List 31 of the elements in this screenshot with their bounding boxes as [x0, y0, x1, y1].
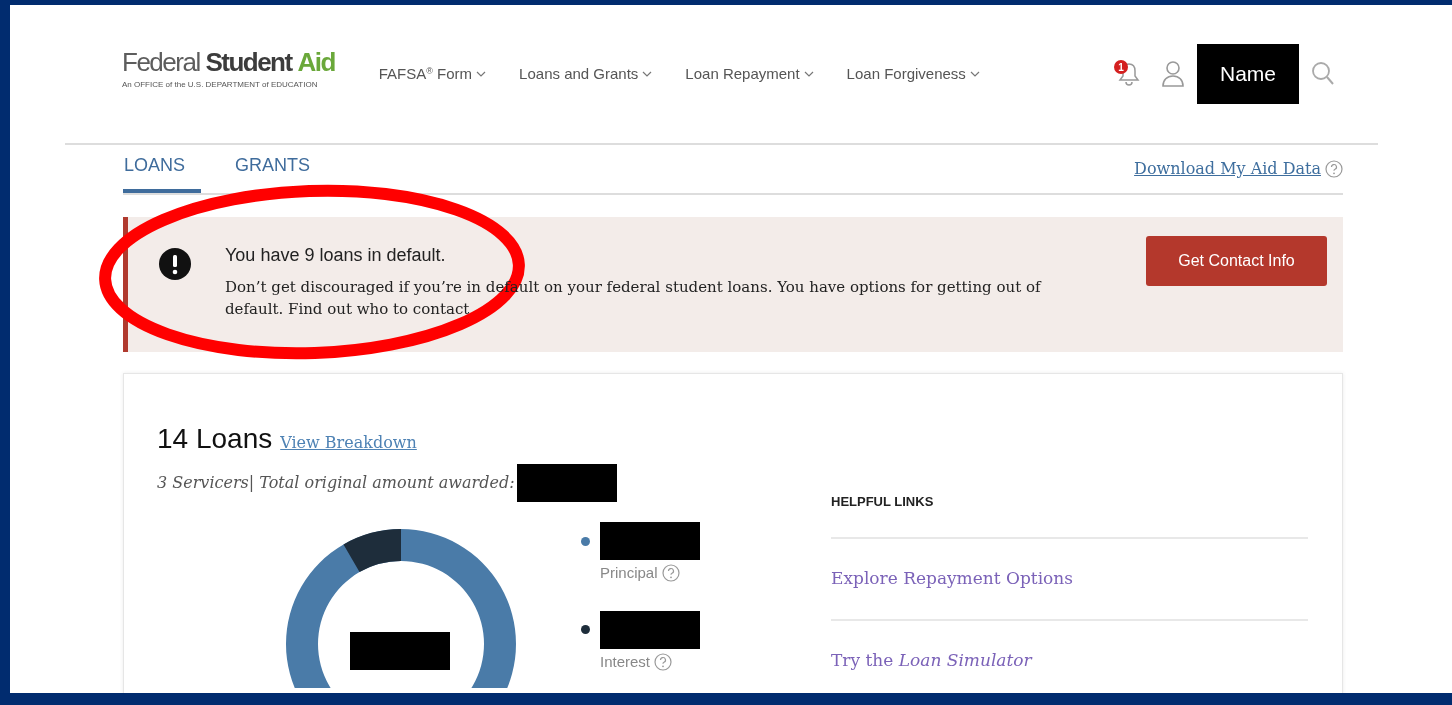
chevron-down-icon[interactable] — [476, 70, 487, 78]
chevron-down-icon[interactable] — [969, 70, 980, 78]
nav-menu-item[interactable]: Loans and Grants — [519, 62, 639, 86]
notification-badge: 1 — [1114, 60, 1128, 74]
user-icon[interactable] — [1161, 60, 1185, 88]
chevron-down-icon[interactable] — [642, 70, 653, 78]
chevron-down-icon[interactable] — [803, 70, 814, 78]
nav-menu-item[interactable]: FAFSA$^{®}$ Form — [378, 62, 473, 86]
summary-subtitle: 3 Servicers| Total original amount awarded: — [157, 472, 515, 494]
loan-count: 14 Loans — [157, 422, 273, 456]
helpful-link[interactable]: Try the Loan Simulator — [831, 648, 1032, 674]
nav-menu-item[interactable]: Loan Forgiveness — [846, 62, 966, 86]
nav-menu-item[interactable]: Loan Repayment — [685, 62, 800, 86]
logo-tagline: An OFFICE of the U.S. DEPARTMENT of EDUCATION — [122, 79, 319, 91]
help-icon[interactable] — [661, 564, 680, 583]
helpful-link[interactable]: Explore Repayment Options — [831, 566, 1073, 592]
user-name[interactable]: Name — [1197, 44, 1299, 104]
get-contact-info-button[interactable]: Get Contact Info — [1146, 236, 1327, 286]
download-link[interactable]: Download My Aid Data — [1134, 157, 1321, 181]
search-icon[interactable] — [1311, 61, 1335, 87]
logo[interactable]: Federal Student Aid — [122, 49, 335, 75]
help-icon[interactable] — [1325, 160, 1343, 178]
alert-title: You have 9 loans in default. — [225, 244, 447, 267]
tab[interactable]: LOANS — [123, 145, 202, 193]
helpful-links-heading: HELPFUL LINKS — [831, 493, 935, 511]
help-icon[interactable] — [654, 652, 673, 671]
view-breakdown-link[interactable]: View Breakdown — [280, 431, 417, 455]
exclamation-icon — [159, 248, 191, 280]
legend-label: Interest — [600, 651, 651, 672]
legend-label: Principal — [600, 563, 658, 583]
tab[interactable]: GRANTS — [235, 145, 311, 193]
